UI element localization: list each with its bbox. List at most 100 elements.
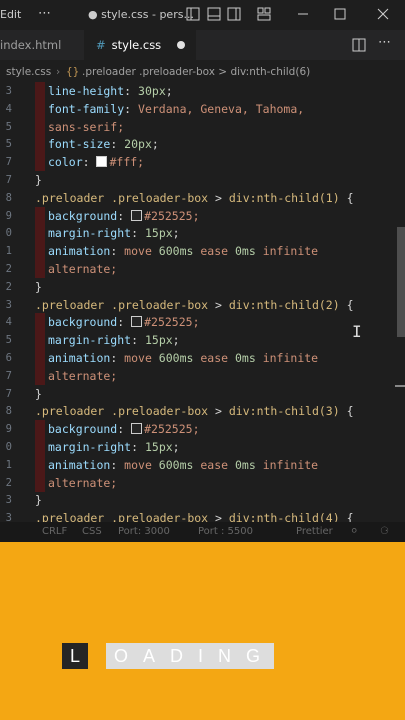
line-number: 7 [5,156,12,169]
css-unit: ms [241,457,263,472]
diff-marker [35,420,45,439]
customize-layout-icon[interactable] [257,7,271,21]
title-bar: Edit ⋯ ● style.css - pers... [0,0,405,30]
css-value: Verdana, Geneva, Tahoma, [138,101,305,116]
semicolon: ; [172,226,180,241]
code-text: .preloader .preloader-box > div:nth-chil… [35,509,354,522]
css-value: #fff; [109,155,145,170]
colon: : [110,137,125,152]
css-value: sans-serif; [48,119,125,134]
more-menu-icon[interactable]: ⋯ [38,6,51,21]
css-unit: ms [241,244,263,259]
window-title: ● style.css - pers... [88,8,194,21]
css-selector: .preloader .preloader-box [35,297,209,312]
css-property: background [48,315,118,330]
scrollbar-thumb[interactable] [397,227,405,337]
css-value: infinite [262,351,319,365]
diff-marker [35,99,45,118]
prettier-status[interactable]: Prettier [296,522,333,542]
minimize-icon[interactable] [296,7,310,21]
line-number: 1 [5,245,12,258]
editor-scrollbar[interactable] [395,82,405,522]
code-line: 4 background: #252525; [0,313,395,332]
css-number: 15 [144,226,159,241]
live-server-port[interactable]: Port : 5500 [198,522,253,542]
css-value: alternate; [48,262,118,276]
code-line: 7} [0,385,395,403]
status-bar: CRLF CSS Port: 3000 Port : 5500 Prettier… [0,522,405,542]
eol-indicator[interactable]: CRLF [42,522,67,542]
tab-label: index.html [0,38,62,52]
menu-edit[interactable]: Edit [0,8,21,21]
line-number: 2 [5,476,12,489]
css-property: line-height [48,84,125,98]
line-number: 9 [5,423,12,436]
diff-marker [35,260,45,278]
split-editor-icon[interactable] [352,38,366,52]
diff-marker [35,313,45,332]
code-editor[interactable]: 3 line-height: 30px; 4 font-family: Verdana… [0,82,405,522]
brace: { [339,190,354,205]
css-combinator: > [208,404,229,419]
semicolon: ; [172,333,180,348]
code-line: 5 sans-serif; [0,117,395,136]
bell-icon[interactable]: ⚆ [380,522,389,542]
account-icon[interactable]: ⚪ [350,522,358,542]
code-text: background: #252525; [48,207,200,225]
code-line: 0 margin-right: 15px; [0,224,395,243]
breadcrumb: style.css › {} .preloader .preloader-box… [0,62,405,82]
css-number: 0 [234,457,242,472]
css-pseudo-selector: div:nth-child(3) [228,404,340,419]
code-line: 1 animation: move 600ms ease 0ms infinite [0,242,395,261]
toggle-panel-icon[interactable] [207,7,221,21]
port-3000[interactable]: Port: 3000 [118,522,170,542]
css-unit: ms [179,244,201,259]
breadcrumb-file[interactable]: style.css [6,62,51,82]
css-unit: px [158,440,173,454]
css-combinator: > [208,297,229,312]
close-icon[interactable] [376,7,390,21]
color-swatch-icon[interactable] [131,209,143,221]
code-text: sans-serif; [48,118,124,136]
css-number: 0 [234,244,242,259]
code-line: 1 animation: move 600ms ease 0ms infinite [0,455,395,474]
code-line: 3 .preloader .preloader-box > div:nth-chi… [0,296,395,314]
colon: : [117,422,132,437]
layout-panel-icon[interactable] [186,7,200,21]
line-number: 3 [5,85,12,97]
brace: } [35,279,42,294]
tab-index-html[interactable]: index.html [0,30,82,60]
line-number: 8 [5,405,12,418]
css-unit: px [158,333,173,348]
colon: : [131,333,145,348]
css-value: move [124,457,159,472]
brace: } [35,493,42,508]
unsaved-dot-icon[interactable] [177,41,185,49]
diff-marker [35,473,45,492]
css-property: color [48,155,83,170]
color-swatch-icon[interactable] [131,423,143,435]
language-mode[interactable]: CSS [82,522,102,542]
colon: : [131,226,145,241]
tab-style-css[interactable]: # style.css [84,30,196,60]
line-number: 7 [5,174,12,186]
code-text: } [35,385,42,403]
line-number: 2 [5,263,12,275]
line-number: 3 [5,298,12,311]
code-line: 5 margin-right: 15px; [0,331,395,350]
color-swatch-icon[interactable] [96,156,108,168]
toggle-sidebar-icon[interactable] [227,7,241,21]
code-line: 2 alternate; [0,473,395,492]
more-actions-icon[interactable]: ⋯ [378,35,391,50]
maximize-icon[interactable] [333,7,347,21]
colon: : [117,208,132,223]
breadcrumb-path[interactable]: .preloader .preloader-box > div:nth-chil… [82,62,310,82]
brace: { [339,297,354,312]
brace: { [339,511,354,522]
color-swatch-icon[interactable] [131,316,143,328]
css-unit: ms [179,457,201,472]
line-number: 3 [5,494,12,507]
css-property: margin-right [48,333,132,348]
code-line: 6 animation: move 600ms ease 0ms infinite [0,349,395,367]
code-text: } [35,278,42,296]
